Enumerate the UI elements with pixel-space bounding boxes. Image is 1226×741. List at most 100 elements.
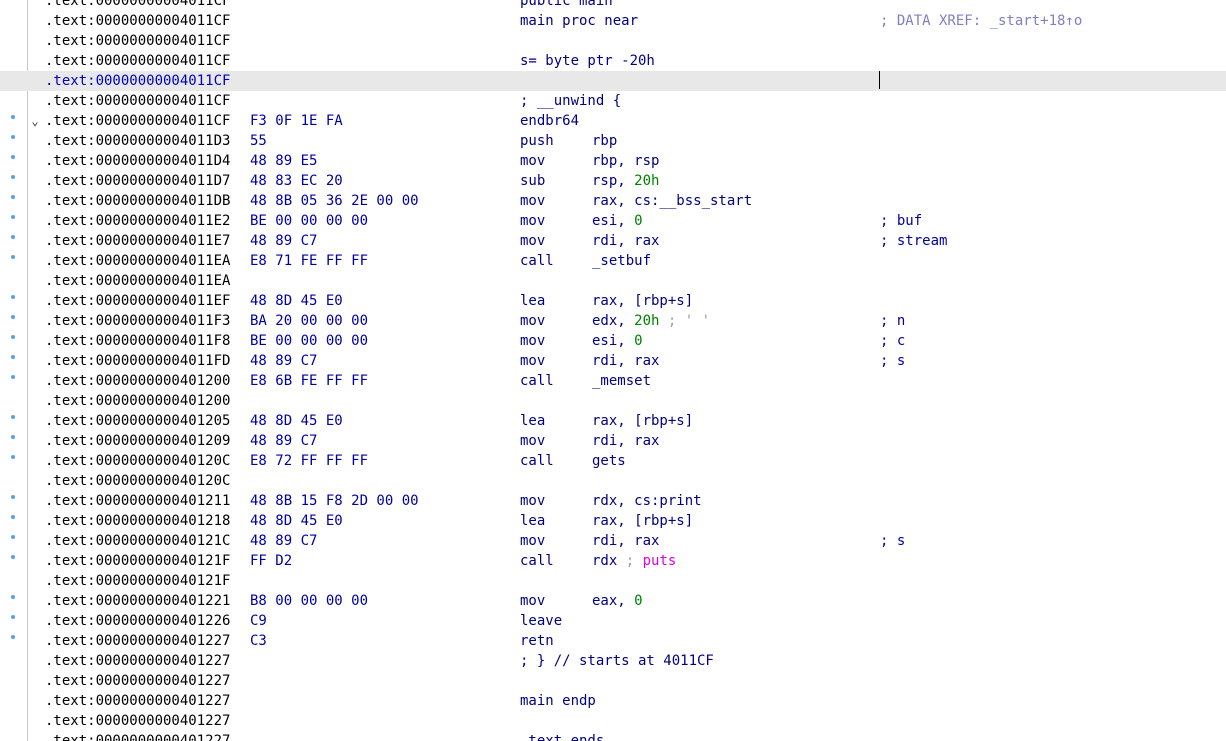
line-comment: ; n bbox=[880, 313, 906, 329]
listing-line[interactable]: .text:00000000004011EA bbox=[0, 271, 1226, 291]
listing-line[interactable]: .text:00000000004011D4 48 89 E5 mov rbp, rs… bbox=[0, 151, 1226, 171]
listing-line[interactable]: .text:000000000040120C E8 72 FF FF FF call… bbox=[0, 451, 1226, 471]
listing-line[interactable]: .text:0000000000401227 C3 retn bbox=[0, 631, 1226, 651]
breakpoint-marker-icon[interactable] bbox=[11, 135, 15, 139]
listing-line[interactable]: .text:00000000004011FD 48 89 C7 mov rdi, ra… bbox=[0, 351, 1226, 371]
instruction-mnemonic: call bbox=[520, 373, 554, 389]
listing-line[interactable]: .text:0000000000401211 48 8B 15 F8 2D 00 … bbox=[0, 491, 1226, 511]
line-address: .text:0000000000401200 bbox=[45, 393, 231, 409]
listing-line[interactable]: .text:0000000000401226 C9 leave bbox=[0, 611, 1226, 631]
disassembly-listing[interactable]: .text:00000000004011CF public main .text:0… bbox=[0, 0, 1226, 741]
breakpoint-marker-icon[interactable] bbox=[11, 115, 15, 119]
instruction-operands: rdx ; puts bbox=[592, 551, 676, 571]
opcode-bytes: 48 8D 45 E0 bbox=[250, 513, 343, 529]
opcode-bytes: 48 89 C7 bbox=[250, 533, 318, 549]
listing-line[interactable]: .text:0000000000401227 bbox=[0, 671, 1226, 691]
listing-line[interactable]: .text:00000000004011D3 55 push rbp bbox=[0, 131, 1226, 151]
line-address: .text:00000000004011E7 bbox=[45, 233, 231, 249]
breakpoint-marker-icon[interactable] bbox=[11, 215, 15, 219]
opcode-bytes: E8 71 FE FF FF bbox=[250, 253, 369, 269]
listing-line[interactable]: .text:00000000004011D7 48 83 EC 20 sub rsp,… bbox=[0, 171, 1226, 191]
instruction-mnemonic: mov bbox=[520, 213, 546, 229]
operand-function-name: puts bbox=[642, 553, 677, 569]
listing-line[interactable]: .text:00000000004011E2 BE 00 00 00 00 mov e… bbox=[0, 211, 1226, 231]
line-address: .text:0000000000401227 bbox=[45, 733, 231, 741]
line-address: .text:000000000040121F bbox=[45, 553, 231, 569]
line-address: .text:00000000004011CF bbox=[45, 53, 231, 69]
operand-text: rdi, rax bbox=[592, 433, 660, 449]
listing-line[interactable]: .text:0000000000401227 bbox=[0, 711, 1226, 731]
line-address: .text:00000000004011D4 bbox=[45, 153, 231, 169]
listing-line[interactable]: .text:0000000000401227 ; } // starts at 4… bbox=[0, 651, 1226, 671]
inline-comment: ; bbox=[617, 553, 643, 569]
listing-line[interactable]: .text:0000000000401205 48 8D 45 E0 lea rax,… bbox=[0, 411, 1226, 431]
instruction-mnemonic: lea bbox=[520, 293, 546, 309]
operand-text: esi, bbox=[592, 213, 635, 229]
breakpoint-marker-icon[interactable] bbox=[11, 315, 15, 319]
breakpoint-marker-icon[interactable] bbox=[11, 155, 15, 159]
breakpoint-marker-icon[interactable] bbox=[11, 335, 15, 339]
breakpoint-marker-icon[interactable] bbox=[11, 535, 15, 539]
breakpoint-marker-icon[interactable] bbox=[11, 455, 15, 459]
breakpoint-marker-icon[interactable] bbox=[11, 355, 15, 359]
listing-line-current[interactable]: .text:00000000004011CF bbox=[0, 71, 1226, 91]
listing-line[interactable]: .text:00000000004011F3 BA 20 00 00 00 mov e… bbox=[0, 311, 1226, 331]
listing-line[interactable]: .text:0000000000401227 main endp bbox=[0, 691, 1226, 711]
breakpoint-marker-icon[interactable] bbox=[11, 295, 15, 299]
line-comment: ; stream bbox=[880, 233, 948, 249]
breakpoint-marker-icon[interactable] bbox=[11, 235, 15, 239]
operand-text: rsp, bbox=[592, 173, 635, 189]
listing-line[interactable]: .text:0000000000401209 48 89 C7 mov rdi, ra… bbox=[0, 431, 1226, 451]
listing-line[interactable]: .text:00000000004011CF main proc near ; DA… bbox=[0, 11, 1226, 31]
breakpoint-marker-icon[interactable] bbox=[11, 175, 15, 179]
listing-line[interactable]: .text:00000000004011DB 48 8B 05 36 2E 00 … bbox=[0, 191, 1226, 211]
opcode-bytes: BE 00 00 00 00 bbox=[250, 213, 369, 229]
breakpoint-marker-icon[interactable] bbox=[11, 495, 15, 499]
instruction-operands: edx, 20h ; ' ' bbox=[592, 311, 710, 331]
instruction-operands: esi, 0 bbox=[592, 211, 643, 231]
listing-line[interactable]: .text:0000000000401200 E8 6B FE FF FF call… bbox=[0, 371, 1226, 391]
collapse-chevron-icon[interactable]: ⌄ bbox=[28, 111, 42, 131]
listing-line[interactable]: .text:00000000004011CF bbox=[0, 31, 1226, 51]
breakpoint-marker-icon[interactable] bbox=[11, 435, 15, 439]
breakpoint-marker-icon[interactable] bbox=[11, 415, 15, 419]
listing-line[interactable]: .text:00000000004011EA E8 71 FE FF FF call… bbox=[0, 251, 1226, 271]
breakpoint-marker-icon[interactable] bbox=[11, 595, 15, 599]
opcode-bytes: FF D2 bbox=[250, 553, 293, 569]
breakpoint-marker-icon[interactable] bbox=[11, 195, 15, 199]
listing-line[interactable]: .text:000000000040121F FF D2 call rdx ; put… bbox=[0, 551, 1226, 571]
opcode-bytes: 48 89 C7 bbox=[250, 433, 318, 449]
listing-line[interactable]: .text:00000000004011EF 48 8D 45 E0 lea rax,… bbox=[0, 291, 1226, 311]
operand-text: rax, [rbp+s] bbox=[592, 513, 694, 529]
operand-text: rax, [rbp+s] bbox=[592, 293, 694, 309]
listing-line[interactable]: .text:00000000004011CF s= byte ptr -20h bbox=[0, 51, 1226, 71]
listing-line[interactable]: .text:0000000000401200 bbox=[0, 391, 1226, 411]
opcode-bytes: BA 20 00 00 00 bbox=[250, 313, 369, 329]
listing-line[interactable]: .text:00000000004011F8 BE 00 00 00 00 mov e… bbox=[0, 331, 1226, 351]
line-address: .text:00000000004011D3 bbox=[45, 133, 231, 149]
opcode-bytes: E8 72 FF FF FF bbox=[250, 453, 369, 469]
listing-line[interactable]: .text:000000000040120C bbox=[0, 471, 1226, 491]
listing-line[interactable]: .text:000000000040121F bbox=[0, 571, 1226, 591]
breakpoint-marker-icon[interactable] bbox=[11, 375, 15, 379]
listing-line[interactable]: .text:0000000000401227 _text ends bbox=[0, 731, 1226, 741]
listing-line[interactable]: .text:00000000004011CF public main bbox=[0, 0, 1226, 11]
line-address: .text:00000000004011CF bbox=[45, 0, 231, 9]
text-cursor bbox=[879, 71, 880, 89]
breakpoint-marker-icon[interactable] bbox=[11, 555, 15, 559]
listing-line[interactable]: ⌄ .text:00000000004011CF F3 0F 1E FA endbr6… bbox=[0, 111, 1226, 131]
operand-text: rax, [rbp+s] bbox=[592, 413, 694, 429]
line-address: .text:0000000000401221 bbox=[45, 593, 231, 609]
breakpoint-marker-icon[interactable] bbox=[11, 515, 15, 519]
line-address: .text:00000000004011E2 bbox=[45, 213, 231, 229]
listing-line[interactable]: .text:0000000000401218 48 8D 45 E0 lea rax,… bbox=[0, 511, 1226, 531]
listing-line[interactable]: .text:000000000040121C 48 89 C7 mov rdi, ra… bbox=[0, 531, 1226, 551]
instruction-mnemonic: endbr64 bbox=[520, 113, 580, 129]
listing-line[interactable]: .text:0000000000401221 B8 00 00 00 00 mov e… bbox=[0, 591, 1226, 611]
breakpoint-marker-icon[interactable] bbox=[11, 255, 15, 259]
breakpoint-marker-icon[interactable] bbox=[11, 615, 15, 619]
listing-line[interactable]: .text:00000000004011E7 48 89 C7 mov rdi, ra… bbox=[0, 231, 1226, 251]
instruction-mnemonic: mov bbox=[520, 353, 546, 369]
breakpoint-marker-icon[interactable] bbox=[11, 635, 15, 639]
listing-line[interactable]: .text:00000000004011CF ; __unwind { bbox=[0, 91, 1226, 111]
